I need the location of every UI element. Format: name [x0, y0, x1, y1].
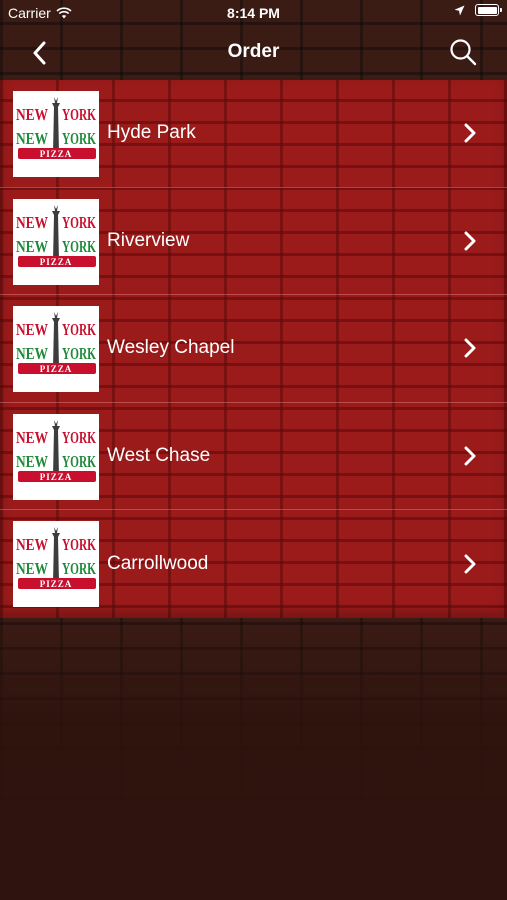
svg-text:YORK: YORK [62, 320, 97, 339]
svg-text:YORK: YORK [62, 344, 97, 363]
chevron-right-icon [464, 338, 476, 358]
status-time: 8:14 PM [227, 5, 280, 21]
svg-text:NEW: NEW [16, 428, 48, 447]
svg-text:YORK: YORK [62, 559, 97, 578]
restaurant-logo: NEW YORK NEW YORK PIZZA [13, 91, 99, 177]
search-icon [450, 39, 477, 66]
svg-text:NEW: NEW [16, 129, 48, 148]
svg-text:NEW: NEW [16, 344, 48, 363]
svg-text:NEW: NEW [16, 105, 48, 124]
svg-text:NEW: NEW [16, 237, 48, 256]
svg-text:PIZZA: PIZZA [40, 257, 73, 267]
svg-text:YORK: YORK [62, 452, 97, 471]
svg-text:YORK: YORK [62, 237, 97, 256]
location-name: Carrollwood [107, 553, 209, 575]
chevron-right-icon [464, 231, 476, 251]
background-fade [0, 620, 507, 900]
chevron-right-icon [464, 554, 476, 574]
navigation-bar: Order [0, 28, 507, 80]
svg-text:NEW: NEW [16, 320, 48, 339]
restaurant-logo: NEW YORK NEW YORK PIZZA [13, 198, 99, 285]
chevron-right-icon [464, 123, 476, 143]
logo-graphic: NEW YORK NEW YORK PIZZA [13, 521, 99, 608]
location-name: Hyde Park [107, 122, 196, 144]
svg-text:NEW: NEW [16, 535, 48, 554]
svg-text:YORK: YORK [62, 129, 97, 148]
location-row-4[interactable]: NEW YORK NEW YORK PIZZA Carrollwood [0, 510, 507, 618]
logo-graphic: NEW YORK NEW YORK PIZZA [13, 91, 99, 177]
status-right [454, 4, 502, 16]
page-title: Order [227, 41, 280, 62]
svg-text:NEW: NEW [16, 213, 48, 232]
svg-text:NEW: NEW [16, 452, 48, 471]
location-name: Wesley Chapel [107, 337, 235, 359]
location-row-1[interactable]: NEW YORK NEW YORK PIZZA Riverview [0, 188, 507, 296]
location-row-2[interactable]: NEW YORK NEW YORK PIZZA Wesley Chapel [0, 295, 507, 403]
location-row-0[interactable]: NEW YORK NEW YORK PIZZA Hyde Park [0, 80, 507, 188]
location-list: NEW YORK NEW YORK PIZZA Hyde Park NEW YO… [0, 80, 507, 618]
battery-icon [475, 4, 502, 16]
svg-text:PIZZA: PIZZA [40, 364, 73, 374]
logo-graphic: NEW YORK NEW YORK PIZZA [13, 198, 99, 285]
svg-text:PIZZA: PIZZA [40, 579, 73, 589]
svg-text:PIZZA: PIZZA [40, 149, 73, 159]
restaurant-logo: NEW YORK NEW YORK PIZZA [13, 521, 99, 608]
restaurant-logo: NEW YORK NEW YORK PIZZA [13, 413, 99, 500]
svg-text:YORK: YORK [62, 213, 97, 232]
svg-text:YORK: YORK [62, 105, 97, 124]
location-name: West Chase [107, 445, 211, 467]
svg-text:YORK: YORK [62, 428, 97, 447]
search-button[interactable] [447, 36, 479, 68]
status-bar: Carrier 8:14 PM [0, 0, 507, 28]
location-name: Riverview [107, 229, 190, 251]
chevron-right-icon [464, 446, 476, 466]
svg-text:PIZZA: PIZZA [40, 472, 73, 482]
logo-graphic: NEW YORK NEW YORK PIZZA [13, 413, 99, 500]
svg-text:NEW: NEW [16, 559, 48, 578]
restaurant-logo: NEW YORK NEW YORK PIZZA [13, 306, 99, 393]
logo-graphic: NEW YORK NEW YORK PIZZA [13, 306, 99, 393]
svg-text:YORK: YORK [62, 535, 97, 554]
location-arrow-icon [454, 5, 465, 15]
location-row-3[interactable]: NEW YORK NEW YORK PIZZA West Chase [0, 403, 507, 511]
